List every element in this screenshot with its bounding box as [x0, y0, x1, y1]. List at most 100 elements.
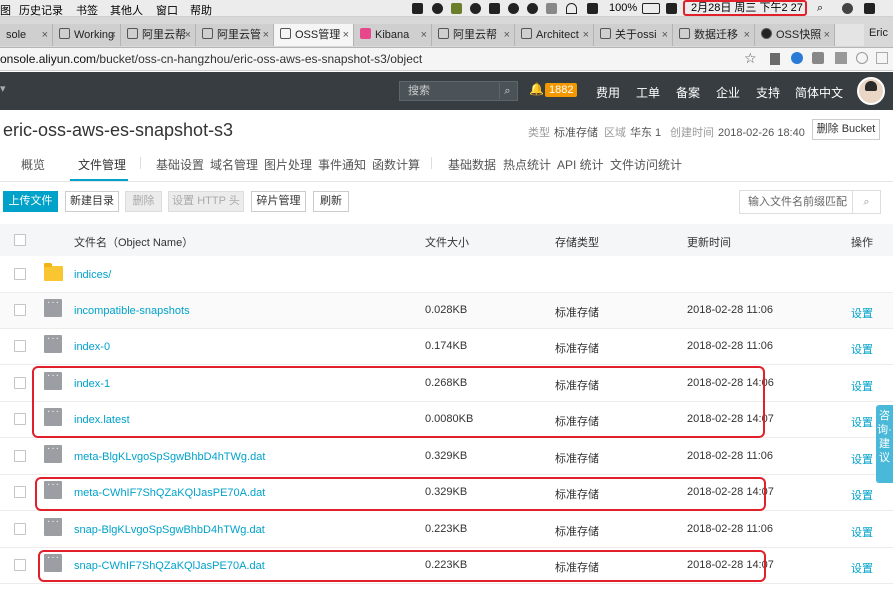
table-row[interactable]: index-1 0.268KB 标准存储 2018-02-28 14:06 设置: [0, 366, 893, 402]
new-directory-button[interactable]: 新建目录: [65, 191, 119, 212]
tab-files[interactable]: 文件管理: [78, 156, 126, 173]
table-row[interactable]: index-0 0.174KB 标准存储 2018-02-28 11:06 设置: [0, 329, 893, 365]
tab-9[interactable]: 数据迁移 ×: [672, 24, 754, 46]
close-icon[interactable]: ×: [343, 24, 349, 46]
row-checkbox[interactable]: [14, 413, 26, 425]
close-icon[interactable]: ×: [583, 24, 589, 46]
tab-function-compute[interactable]: 函数计算: [372, 156, 420, 173]
p-icon[interactable]: [508, 3, 519, 14]
notification-center-icon[interactable]: [864, 3, 875, 14]
tab-event-notification[interactable]: 事件通知: [318, 156, 366, 173]
close-icon[interactable]: ×: [744, 24, 750, 46]
tab-basic-settings[interactable]: 基础设置: [156, 156, 204, 173]
file-name-link[interactable]: snap-CWhIF7ShQZaKQlJasPE70A.dat: [74, 560, 265, 572]
file-name-link[interactable]: index-0: [74, 341, 110, 353]
close-icon[interactable]: ×: [504, 24, 510, 46]
refresh-button[interactable]: 刷新: [313, 191, 349, 212]
tab-6[interactable]: 阿里云帮 ×: [431, 24, 514, 46]
url-text[interactable]: onsole.aliyun.com/bucket/oss-cn-hangzhou…: [0, 52, 422, 66]
menu-item-0[interactable]: 图: [0, 2, 11, 18]
profile-name[interactable]: Eric: [869, 27, 888, 39]
settings-link[interactable]: 设置: [851, 560, 873, 576]
share-icon[interactable]: [489, 3, 500, 14]
table-row[interactable]: meta-CWhIF7ShQZaKQlJasPE70A.dat 0.329KB …: [0, 475, 893, 511]
fragment-management-button[interactable]: 碎片管理: [251, 191, 306, 212]
tab-oss-active[interactable]: OSS管理 ×: [273, 24, 353, 46]
qq-icon[interactable]: [527, 3, 538, 14]
table-row[interactable]: incompatible-snapshots 0.028KB 标准存储 2018…: [0, 293, 893, 329]
table-row[interactable]: index.latest 0.0080KB 标准存储 2018-02-28 14…: [0, 402, 893, 438]
upload-file-button[interactable]: 上传文件: [3, 191, 58, 212]
search-icon[interactable]: ⌕: [852, 191, 880, 213]
menu-item-window[interactable]: 窗口: [156, 2, 178, 18]
close-icon[interactable]: ×: [824, 24, 830, 46]
file-name-link[interactable]: index.latest: [74, 414, 130, 426]
row-checkbox[interactable]: [14, 340, 26, 352]
extension-1-icon[interactable]: [770, 53, 780, 65]
nav-tickets[interactable]: 工单: [636, 84, 660, 101]
input-s-icon[interactable]: [666, 3, 677, 14]
settings-link[interactable]: 设置: [851, 487, 873, 503]
notification-badge[interactable]: 1882: [545, 83, 578, 97]
menu-toggle-icon[interactable]: ▾: [0, 82, 6, 95]
address-bar[interactable]: onsole.aliyun.com/bucket/oss-cn-hangzhou…: [0, 48, 893, 71]
bluetooth-icon[interactable]: [546, 3, 557, 14]
tab-file-access-stats[interactable]: 文件访问统计: [610, 156, 682, 173]
table-row[interactable]: snap-CWhIF7ShQZaKQlJasPE70A.dat 0.223KB …: [0, 548, 893, 584]
close-icon[interactable]: ×: [110, 24, 116, 46]
tab-image-processing[interactable]: 图片处理: [264, 156, 312, 173]
delete-button[interactable]: 删除: [125, 191, 162, 212]
extension-5-icon[interactable]: [876, 52, 888, 64]
tab-kibana[interactable]: Kibana ×: [353, 24, 431, 46]
sync-icon[interactable]: [432, 3, 443, 14]
tab-domain[interactable]: 域名管理: [210, 156, 258, 173]
tab-overview[interactable]: 概览: [21, 156, 45, 173]
consult-feedback-tab[interactable]: 咨询·建议: [876, 405, 893, 483]
settings-link[interactable]: 设置: [851, 341, 873, 357]
tab-2[interactable]: 阿里云帮 ×: [120, 24, 195, 46]
spotlight-icon[interactable]: ⌕: [817, 2, 823, 15]
delete-bucket-button[interactable]: 删除 Bucket: [812, 119, 880, 140]
file-name-link[interactable]: incompatible-snapshots: [74, 305, 190, 317]
settings-icon[interactable]: [856, 52, 868, 64]
battery-icon[interactable]: [642, 3, 660, 14]
nav-support[interactable]: 支持: [756, 84, 780, 101]
volume-icon[interactable]: [587, 3, 598, 14]
table-row[interactable]: snap-BlgKLvgoSpSgwBhbD4hTWg.dat 0.223KB …: [0, 512, 893, 548]
extension-3-icon[interactable]: [812, 52, 824, 64]
close-icon[interactable]: ×: [42, 24, 48, 46]
file-name-link[interactable]: index-1: [74, 378, 110, 390]
tab-0[interactable]: sole ×: [0, 24, 52, 46]
tab-1[interactable]: Working ×: [52, 24, 120, 46]
record-icon[interactable]: [470, 3, 481, 14]
select-all-checkbox[interactable]: [14, 234, 26, 246]
table-row[interactable]: indices/: [0, 257, 893, 293]
file-name-link[interactable]: meta-BlgKLvgoSpSgwBhbD4hTWg.dat: [74, 451, 265, 463]
tab-7[interactable]: Architect ×: [514, 24, 593, 46]
close-icon[interactable]: ×: [263, 24, 269, 46]
row-checkbox[interactable]: [14, 450, 26, 462]
row-checkbox[interactable]: [14, 268, 26, 280]
menu-item-help[interactable]: 帮助: [190, 2, 212, 18]
menu-item-people[interactable]: 其他人: [110, 2, 143, 18]
nav-billing[interactable]: 费用: [596, 84, 620, 101]
extension-4-icon[interactable]: [835, 52, 847, 64]
row-checkbox[interactable]: [14, 559, 26, 571]
menu-item-bookmarks[interactable]: 书签: [76, 2, 98, 18]
shield-icon[interactable]: [451, 3, 462, 14]
settings-link[interactable]: 设置: [851, 451, 873, 467]
nav-language[interactable]: 简体中文: [795, 84, 843, 101]
row-checkbox[interactable]: [14, 523, 26, 535]
row-checkbox[interactable]: [14, 377, 26, 389]
new-tab-button[interactable]: [834, 24, 864, 46]
file-name-link[interactable]: indices/: [74, 269, 111, 281]
nav-icp[interactable]: 备案: [676, 84, 700, 101]
close-icon[interactable]: ×: [662, 24, 668, 46]
settings-link[interactable]: 设置: [851, 378, 873, 394]
row-checkbox[interactable]: [14, 304, 26, 316]
extension-2-icon[interactable]: [791, 52, 803, 64]
tab-hotspot-stats[interactable]: 热点统计: [503, 156, 551, 173]
settings-link[interactable]: 设置: [851, 305, 873, 321]
tab-basic-data[interactable]: 基础数据: [448, 156, 496, 173]
file-name-link[interactable]: snap-BlgKLvgoSpSgwBhbD4hTWg.dat: [74, 524, 265, 536]
